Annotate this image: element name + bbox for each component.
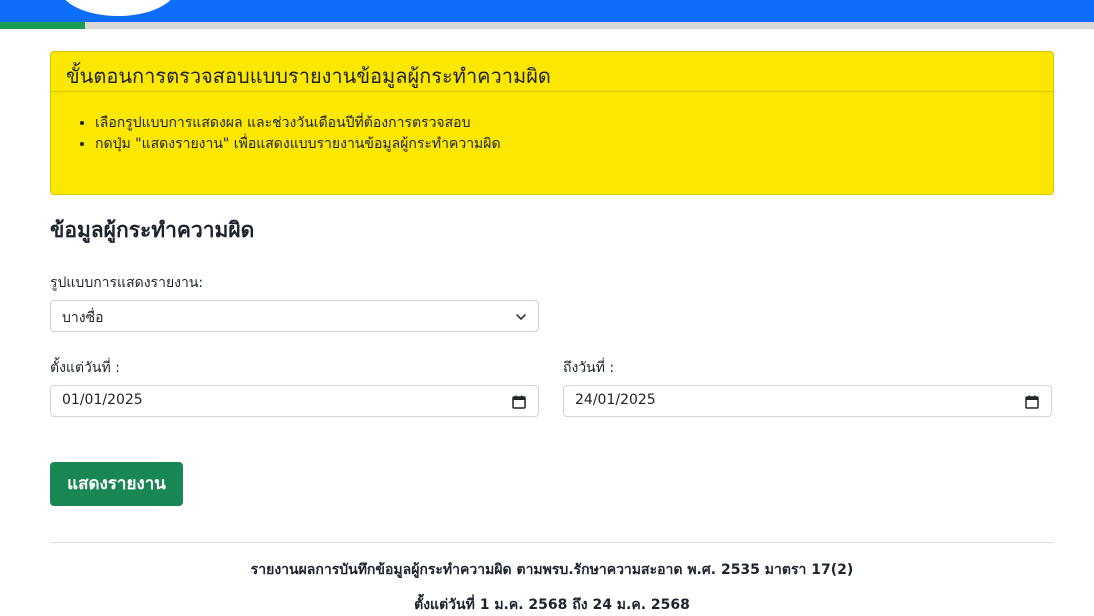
- calendar-icon[interactable]: [512, 395, 526, 409]
- navbar-accent-bar: [0, 22, 1094, 29]
- to-date-label: ถึงวันที่ :: [563, 360, 615, 376]
- top-navbar: [0, 0, 1094, 22]
- instructions-list: เลือกรูปแบบการแสดงผล และช่วงวันเดือนปีที…: [51, 113, 1053, 155]
- to-date-input[interactable]: 24/01/2025: [563, 385, 1052, 417]
- instructions-card: ขั้นตอนการตรวจสอบแบบรายงานข้อมูลผู้กระทำ…: [50, 51, 1054, 195]
- show-report-button[interactable]: แสดงรายงาน: [50, 462, 183, 506]
- divider: [50, 542, 1054, 543]
- report-title: รายงานผลการบันทึกข้อมูลผู้กระทำความผิด ต…: [250, 562, 854, 578]
- instructions-title: ขั้นตอนการตรวจสอบแบบรายงานข้อมูลผู้กระทำ…: [51, 52, 1053, 92]
- instruction-step: เลือกรูปแบบการแสดงผล และช่วงวันเดือนปีที…: [95, 113, 1053, 134]
- navbar-accent-green: [0, 22, 85, 29]
- from-date-input[interactable]: 01/01/2025: [50, 385, 539, 417]
- to-date-value: 24/01/2025: [575, 392, 656, 408]
- from-date-value: 01/01/2025: [62, 392, 143, 408]
- format-select[interactable]: บางซื่อ: [50, 300, 539, 332]
- format-label: รูปแบบการแสดงรายงาน:: [50, 275, 204, 291]
- report-date-range: ตั้งแต่วันที่ 1 ม.ค. 2568 ถึง 24 ม.ค. 25…: [414, 597, 690, 613]
- section-title: ข้อมูลผู้กระทำความผิด: [50, 218, 255, 242]
- chevron-down-icon: [516, 314, 526, 320]
- calendar-icon[interactable]: [1025, 395, 1039, 409]
- instruction-step: กดปุ่ม "แสดงรายงาน" เพื่อแสดงแบบรายงานข้…: [95, 134, 1053, 155]
- logo[interactable]: [60, 0, 176, 16]
- from-date-label: ตั้งแต่วันที่ :: [50, 360, 120, 376]
- format-select-value: บางซื่อ: [62, 310, 104, 326]
